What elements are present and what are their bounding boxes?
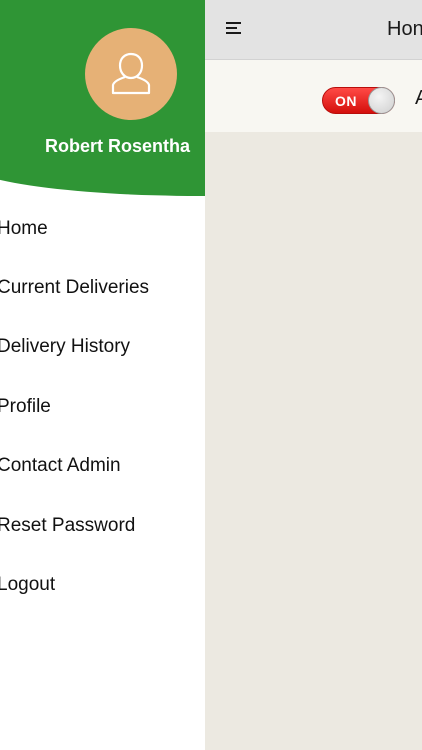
menu-button[interactable] (226, 22, 244, 36)
nav-item-label: Home (0, 217, 48, 239)
page-title: Hon (387, 18, 422, 40)
main-screen: Hon ON A (205, 0, 422, 750)
nav-item-label: Profile (0, 395, 51, 417)
nav-item-home[interactable]: Home (0, 199, 205, 258)
nav-item-label: Logout (0, 574, 56, 596)
nav-item-label: Reset Password (0, 514, 136, 536)
toggle-label: ON (335, 93, 357, 109)
top-bar: Hon (205, 0, 422, 60)
nav-item-reset-password[interactable]: Reset Password (0, 496, 205, 555)
user-name: Robert Rosentha (45, 136, 191, 156)
side-drawer: Robert Rosentha Home Current Deliveries … (0, 0, 205, 750)
nav-item-profile[interactable]: Profile (0, 377, 205, 436)
nav-item-logout[interactable]: Logout (0, 555, 205, 614)
availability-toggle[interactable]: ON (322, 87, 395, 114)
nav-item-label: Delivery History (0, 336, 131, 358)
nav-item-label: Current Deliveries (0, 277, 150, 299)
toggle-knob (368, 87, 395, 114)
nav-item-delivery-history[interactable]: Delivery History (0, 318, 205, 377)
availability-status-text: A (415, 87, 422, 109)
menu-icon (226, 22, 241, 34)
nav-item-label: Contact Admin (0, 455, 121, 477)
user-icon (111, 52, 151, 95)
availability-bar: ON A (205, 60, 422, 132)
avatar[interactable] (85, 28, 177, 120)
drawer-nav: Home Current Deliveries Delivery History… (0, 199, 205, 615)
nav-item-current-deliveries[interactable]: Current Deliveries (0, 258, 205, 317)
nav-item-contact-admin[interactable]: Contact Admin (0, 437, 205, 496)
